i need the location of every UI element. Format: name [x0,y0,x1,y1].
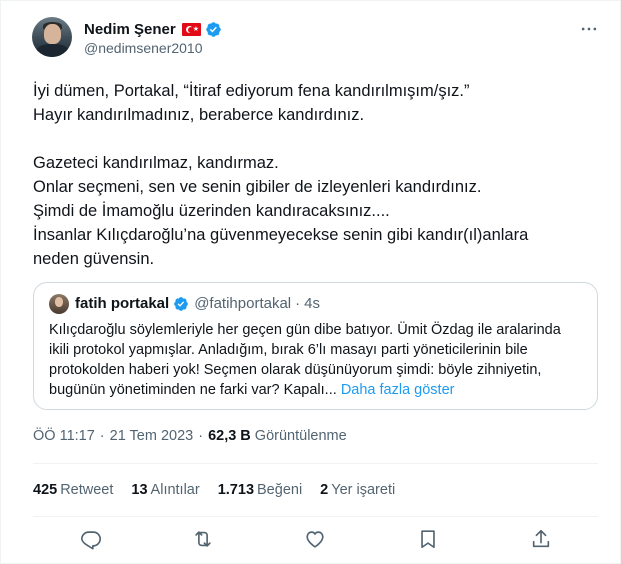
quoted-line: protokolden haberi yok! Seçmen olarak dü… [49,362,542,378]
divider [33,516,598,517]
bookmarks-stat[interactable]: 2 Yer işareti [320,482,395,498]
views-label: Görüntülenme [254,428,347,444]
quoted-tweet[interactable]: fatih portakal @fatihportakal · 4s Kılıç… [33,282,598,410]
likes-count: 1.713 [217,482,255,498]
quoted-line-last: bugünün yönetiminden ne farki var? Kapal… [49,380,589,400]
tweet-date[interactable]: 21 Tem 2023 [110,428,194,444]
share-icon [532,529,550,548]
quoted-author-handle[interactable]: @fatihportakal [194,295,291,312]
tweet-line: İnsanlar Kılıçdaroğlu’na güvenmeyecekse … [33,226,529,244]
like-button[interactable] [304,528,326,550]
quoted-tweet-text: Kılıçdaroğlu söylemleriyle her geçen gün… [49,320,589,400]
quotes-count: 13 [131,482,148,498]
likes-stat[interactable]: 1.713 Beğeni [218,482,302,498]
like-icon [306,531,324,548]
quoted-line: ikili protokol yapmışlar. Anladığım, bır… [49,342,528,358]
reply-icon [81,531,101,550]
tweet-line: Hayır kandırılmadınız, beraberce kandırd… [33,106,365,124]
separator-dot: · [295,295,301,312]
quoted-tweet-header: fatih portakal @fatihportakal · 4s [75,295,320,312]
share-button[interactable] [530,528,552,550]
quoted-author-avatar[interactable] [49,294,69,314]
retweets-label: Retweet [60,482,114,498]
retweets-count: 425 [33,482,58,498]
more-options-icon[interactable] [579,19,599,39]
author-name-row: Nedim Şener ★ [84,21,222,38]
author-handle[interactable]: @nedimsener2010 [84,40,203,56]
show-more-link[interactable]: Daha fazla göster [341,382,455,398]
divider [33,463,598,464]
tweet-card: Nedim Şener ★ @nedimsener2010 İyi dümen,… [0,0,621,564]
separator-dot: · [198,428,204,444]
bookmark-button[interactable] [417,528,439,550]
views-count: 62,3 B [208,428,251,444]
quoted-last-text: bugünün yönetiminden ne farki var? Kapal… [49,382,337,398]
tweet-meta: ÖÖ 11:17 · 21 Tem 2023 · 62,3 B Görüntül… [33,428,347,444]
tweet-line: Şimdi de İmamoğlu üzerinden kandıracaksı… [33,202,390,220]
quotes-stat[interactable]: 13 Alıntılar [131,482,199,498]
verified-badge-icon[interactable] [205,21,222,38]
quotes-label: Alıntılar [150,482,200,498]
tweet-line: İyi dümen, Portakal, “İtiraf ediyorum fe… [33,82,470,100]
tweet-text: İyi dümen, Portakal, “İtiraf ediyorum fe… [33,79,593,271]
bookmarks-label: Yer işareti [331,482,396,498]
tweet-line: Onlar seçmeni, sen ve senin gibiler de i… [33,178,482,196]
author-display-name[interactable]: Nedim Şener [84,21,176,38]
quoted-line: Kılıçdaroğlu söylemleriyle her geçen gün… [49,322,561,338]
tweet-time[interactable]: ÖÖ 11:17 [33,428,95,444]
retweet-button[interactable] [192,528,214,550]
author-avatar[interactable] [32,17,72,57]
engagement-stats: 425 Retweet 13 Alıntılar 1.713 Beğeni 2 Yer … [33,482,413,498]
tweet-paragraph-gap [33,127,593,151]
action-bar [33,528,598,552]
verified-badge-icon [174,296,189,311]
tweet-line: neden güvensin. [33,250,155,268]
retweet-icon [195,531,211,547]
bookmarks-count: 2 [320,482,329,498]
quoted-author-name[interactable]: fatih portakal [75,295,169,312]
tweet-line: Gazeteci kandırılmaz, kandırmaz. [33,154,279,172]
quoted-timestamp[interactable]: 4s [304,295,320,312]
likes-label: Beğeni [257,482,303,498]
separator-dot: · [99,428,105,444]
retweets-stat[interactable]: 425 Retweet [33,482,113,498]
turkey-flag-icon: ★ [181,23,201,36]
bookmark-icon [421,530,435,549]
reply-button[interactable] [80,528,102,550]
